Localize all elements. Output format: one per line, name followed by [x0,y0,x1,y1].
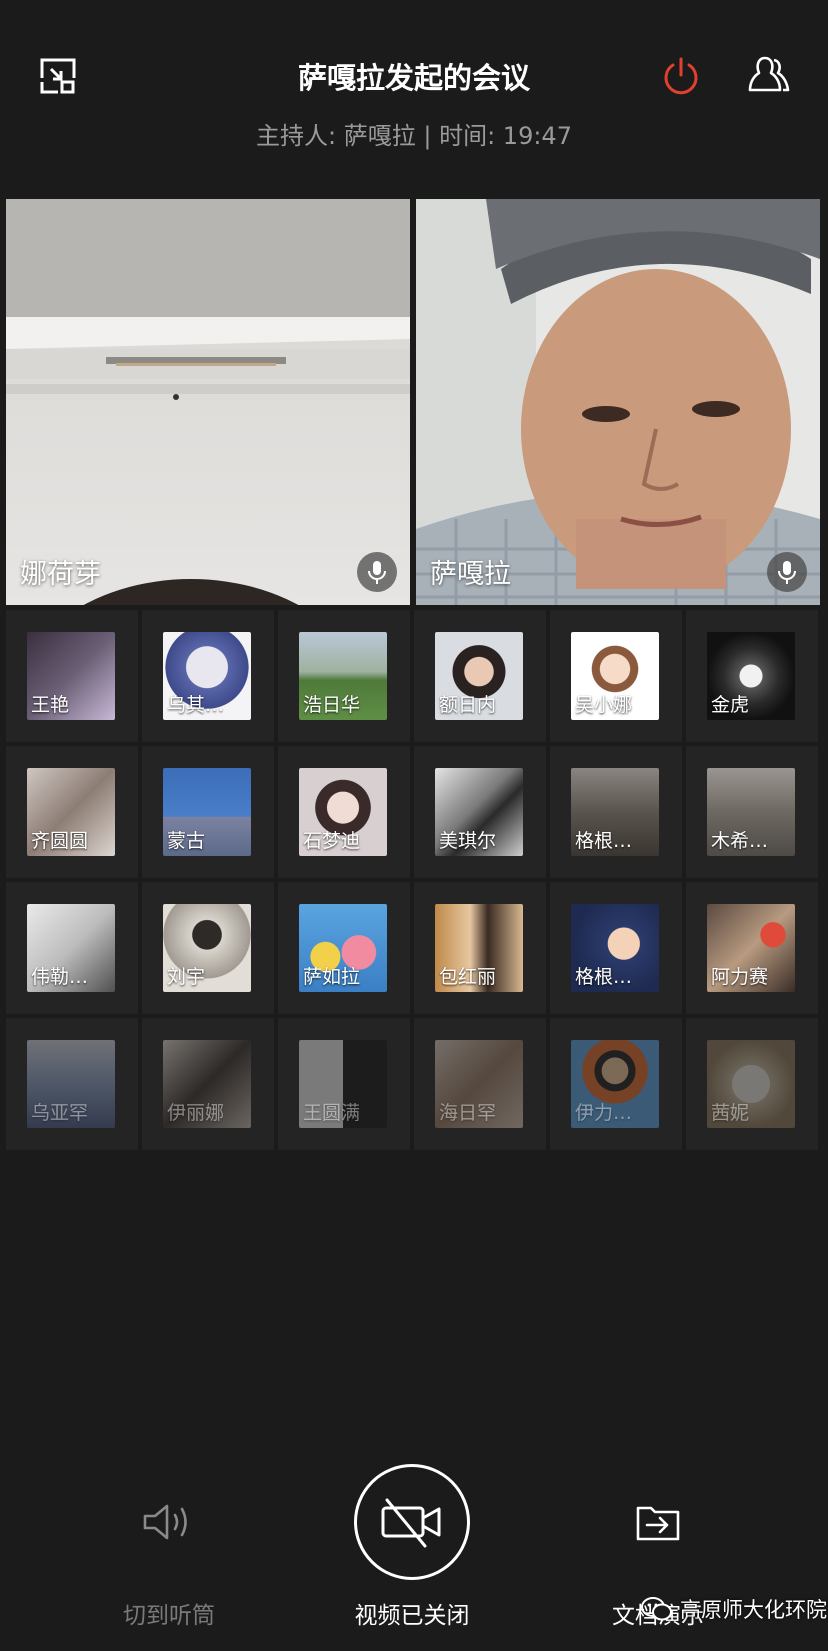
video-off-icon [381,1498,441,1548]
participant-cell[interactable]: 吴小娜 [550,610,682,742]
video-tile-main-2[interactable]: 萨嘎拉 [416,199,820,605]
participant-name: 阿力赛 [711,966,769,988]
participant-name: 伊力… [575,1102,633,1124]
participant-cell[interactable]: 格根… [550,746,682,878]
speaker-toggle-button[interactable] [128,1492,210,1552]
meeting-title: 萨嘎拉发起的会议 [297,61,530,95]
participant-name: 美琪尔 [439,830,497,852]
participant-name: 茜妮 [711,1102,750,1124]
participant-name: 额日内 [439,694,497,716]
folder-share-icon [636,1506,680,1541]
participant-name: 石梦迪 [303,830,361,852]
participant-cell[interactable]: 王艳 [6,610,138,742]
participant-name: 乌亚罕 [31,1102,89,1124]
participant-cell[interactable]: 海日罕 [414,1018,546,1150]
microphone-icon [778,561,796,584]
participant-cell[interactable]: 木希… [686,746,818,878]
speaker-icon [143,1504,187,1540]
watermark: 高原师大化环院 [640,1594,827,1624]
participant-cell[interactable]: 金虎 [686,610,818,742]
participant-cell[interactable]: 乌其… [142,610,274,742]
participant-cell[interactable]: 齐圆圆 [6,746,138,878]
participant-name: 王艳 [31,694,70,716]
power-icon [664,57,698,95]
participant-name: 萨嘎拉 [430,559,511,590]
video-toggle-label: 视频已关闭 [354,1603,470,1629]
participant-cell[interactable]: 伊力… [550,1018,682,1150]
participant-name: 乌其… [167,694,225,716]
mic-status [357,552,397,592]
participant-cell[interactable]: 包红丽 [414,882,546,1014]
speaker-toggle-label: 切到听筒 [123,1603,215,1629]
participant-name: 格根… [575,830,633,852]
participant-name: 金虎 [711,694,750,716]
participant-name: 海日罕 [439,1102,497,1124]
participant-cell[interactable]: 美琪尔 [414,746,546,878]
participant-cell[interactable]: 格根… [550,882,682,1014]
participants-icon [748,56,790,92]
participant-name: 吴小娜 [575,694,633,716]
participant-cell[interactable]: 蒙古 [142,746,274,878]
participant-cell[interactable]: 乌亚罕 [6,1018,138,1150]
video-feed-face [416,199,820,605]
participant-name: 伟勒… [31,966,89,988]
document-share-button[interactable] [626,1494,690,1550]
participant-name: 王圆满 [303,1102,361,1124]
participant-cell[interactable]: 王圆满 [278,1018,410,1150]
participant-cell[interactable]: 茜妮 [686,1018,818,1150]
end-meeting-button[interactable] [659,54,703,98]
participant-cell[interactable]: 额日内 [414,610,546,742]
mic-status [767,552,807,592]
participant-cell[interactable]: 伟勒… [6,882,138,1014]
participant-cell[interactable]: 伊丽娜 [142,1018,274,1150]
participant-name: 木希… [711,830,769,852]
meeting-host-time: 主持人: 萨嘎拉 | 时间: 19:47 [256,122,572,150]
participant-cell[interactable]: 浩日华 [278,610,410,742]
video-toggle-button[interactable] [354,1464,470,1580]
participant-cell[interactable]: 萨如拉 [278,882,410,1014]
participant-name: 齐圆圆 [31,830,89,852]
participant-cell[interactable]: 刘宇 [142,882,274,1014]
watermark-text: 高原师大化环院 [680,1598,827,1622]
participant-name: 娜荷芽 [20,559,101,590]
microphone-icon [368,561,386,584]
participant-name: 格根… [575,966,633,988]
video-feed-ceiling [6,199,410,605]
participant-name: 伊丽娜 [167,1102,225,1124]
video-tile-main-1[interactable]: 娜荷芽 [6,199,410,605]
participant-name: 萨如拉 [303,966,361,988]
participant-cell[interactable]: 石梦迪 [278,746,410,878]
participant-name: 浩日华 [303,694,361,716]
wechat-logo-icon [641,1597,672,1621]
participant-cell[interactable]: 阿力赛 [686,882,818,1014]
participant-name: 包红丽 [439,966,497,988]
participant-name: 蒙古 [167,830,206,852]
participants-button[interactable] [746,52,796,100]
participant-name: 刘宇 [167,966,206,988]
